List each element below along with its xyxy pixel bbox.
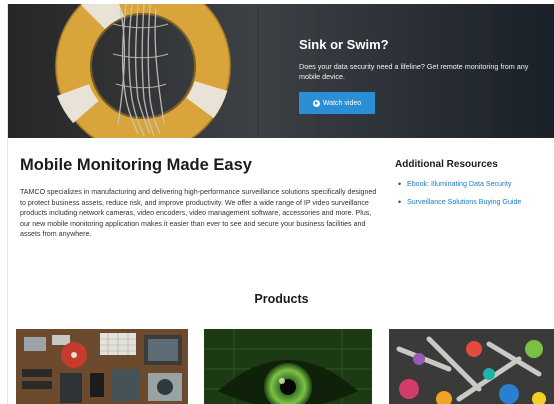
hero-description: Does your data security need a lifeline?… xyxy=(299,62,529,81)
intro-paragraph: TAMCO specializes in manufacturing and d… xyxy=(20,188,377,239)
product-image-hardware[interactable] xyxy=(16,329,188,404)
page-frame: Sink or Swim? Does your data security ne… xyxy=(7,4,554,404)
watch-video-button[interactable]: Watch video xyxy=(299,92,375,114)
play-icon xyxy=(312,99,320,107)
product-image-eye[interactable] xyxy=(204,329,372,404)
product-image-keys[interactable] xyxy=(389,329,554,404)
resource-link-buying-guide[interactable]: Surveillance Solutions Buying Guide xyxy=(398,197,521,207)
resources-heading: Additional Resources xyxy=(395,159,498,170)
hero-title: Sink or Swim? xyxy=(299,37,389,52)
resource-link-ebook[interactable]: Ebook: Illuminating Data Security xyxy=(398,179,521,189)
products-heading: Products xyxy=(254,292,309,306)
page-title: Mobile Monitoring Made Easy xyxy=(20,156,252,174)
watch-video-label: Watch video xyxy=(322,99,362,107)
hero-banner: Sink or Swim? Does your data security ne… xyxy=(8,4,554,138)
resources-list: Ebook: Illuminating Data Security Survei… xyxy=(398,179,521,216)
